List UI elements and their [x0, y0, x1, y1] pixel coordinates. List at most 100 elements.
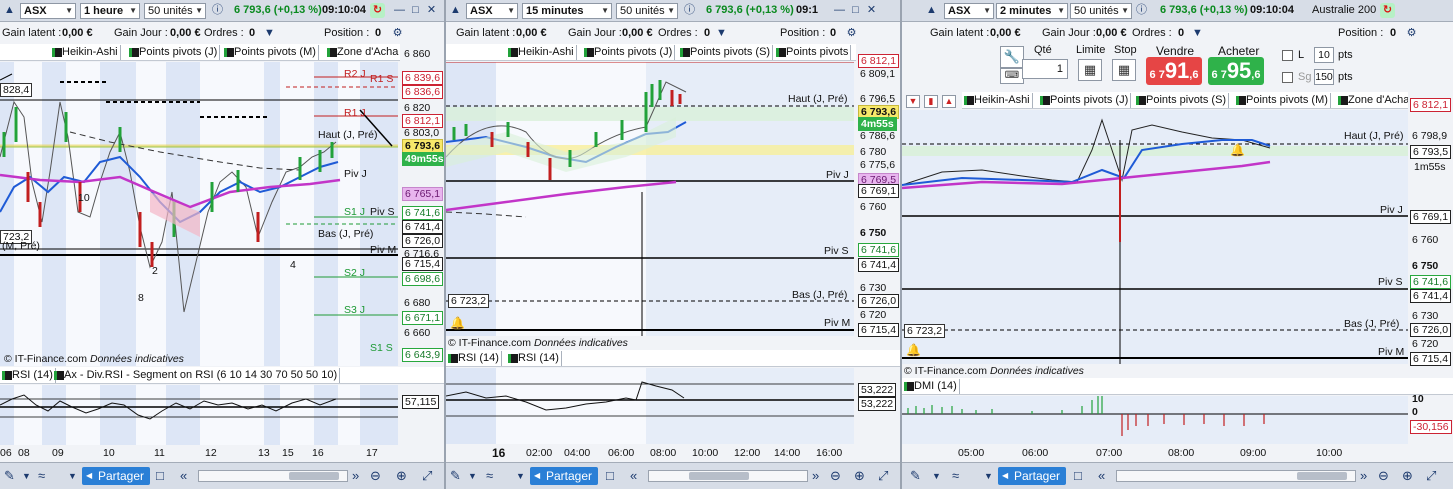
scroll-left-icon[interactable]: « [180, 467, 187, 485]
cursor-icon[interactable]: ▲ [448, 3, 463, 18]
chevron-down-icon[interactable]: ▼ [22, 467, 31, 485]
price-chart[interactable]: 828,4 723,2 (M, Pré) R2 J R1 S R1 J Haut… [0, 62, 398, 366]
limit-points-checkbox[interactable] [1282, 50, 1293, 61]
maximize-icon[interactable]: □ [848, 3, 863, 18]
info-icon[interactable]: ⓘ [210, 3, 225, 18]
draw-tool-icon[interactable]: ✎ [4, 467, 15, 485]
rsi-chart[interactable] [0, 385, 398, 445]
comment-icon[interactable]: □ [156, 467, 164, 485]
horizontal-scrollbar[interactable] [198, 470, 348, 482]
chevron-down-icon[interactable]: ▼ [932, 467, 941, 485]
alert-icon[interactable]: ↻ [1380, 3, 1395, 18]
units-select[interactable]: 50 unités ▼ [1070, 3, 1132, 19]
zoom-out-icon[interactable]: ⊖ [830, 467, 841, 485]
indicator-rsi-2[interactable]: RSI (14) [506, 351, 562, 366]
units-select[interactable]: 50 unités ▼ [144, 3, 206, 19]
chart-type-icon[interactable]: ≈ [486, 467, 493, 485]
indicator-dmi[interactable]: DMI (14) [902, 379, 960, 394]
fullscreen-icon[interactable]: ⤢ [422, 467, 432, 485]
indicator-pivots-m[interactable]: Points pivots (M) [1234, 93, 1331, 108]
indicator-rsi[interactable]: RSI (14) [0, 368, 56, 383]
sell-button[interactable]: 6 791,6 [1146, 57, 1202, 85]
chart-type-icon[interactable]: ≈ [38, 467, 45, 485]
units-select[interactable]: 50 unités ▼ [616, 3, 678, 19]
symbol-select[interactable]: ASX ▼ [466, 3, 518, 19]
limit-points-input[interactable]: 10 [1314, 47, 1334, 63]
scroll-left-icon[interactable]: « [630, 467, 637, 485]
fullscreen-icon[interactable]: ⤢ [1426, 467, 1436, 485]
share-button[interactable]: Partager [998, 467, 1067, 485]
tool-icon[interactable]: ▼ [906, 95, 920, 108]
draw-tool-icon[interactable]: ✎ [910, 467, 921, 485]
rsi-chart[interactable] [446, 368, 854, 444]
close-icon[interactable]: ✕ [424, 3, 439, 18]
comment-icon[interactable]: □ [1074, 467, 1082, 485]
zoom-out-icon[interactable]: ⊖ [1378, 467, 1389, 485]
comment-icon[interactable]: □ [606, 467, 614, 485]
scroll-right-icon[interactable]: » [352, 467, 359, 485]
orders-dropdown-icon[interactable]: ▼ [262, 26, 277, 41]
price-axis[interactable]: 6 812,1 6 809,1 6 796,5 6 793,6 4m55s 6 … [856, 44, 900, 444]
chevron-down-icon[interactable]: ▼ [516, 467, 525, 485]
orders-dropdown-icon[interactable]: ▼ [714, 26, 729, 41]
minimize-icon[interactable]: — [832, 3, 847, 18]
zoom-out-icon[interactable]: ⊖ [370, 467, 381, 485]
indicator-pivots-s[interactable]: Points pivots (S) [1134, 93, 1230, 108]
indicator-zone[interactable]: Zone d'Acha [1336, 93, 1413, 108]
indicator-div-rsi[interactable]: Ax - Div.RSI - Segment on RSI (6 10 14 3… [52, 368, 341, 383]
indicator-pivots-j[interactable]: Points pivots (J) [1038, 93, 1132, 108]
zoom-in-icon[interactable]: ⊕ [396, 467, 407, 485]
tool-icon[interactable]: ▮ [924, 95, 938, 108]
maximize-icon[interactable]: □ [408, 3, 423, 18]
scroll-right-icon[interactable]: » [1360, 467, 1367, 485]
wrench-icon[interactable]: 🔧 [1000, 46, 1024, 68]
symbol-select[interactable]: ASX ▼ [20, 3, 76, 19]
alert-icon[interactable]: ↻ [370, 3, 385, 18]
scroll-right-icon[interactable]: » [812, 467, 819, 485]
chevron-down-icon[interactable]: ▼ [984, 467, 993, 485]
indicator-heikin-ashi[interactable]: Heikin-Ashi [50, 45, 121, 60]
share-button[interactable]: Partager [530, 467, 599, 485]
indicator-heikin-ashi[interactable]: Heikin-Ashi [506, 45, 577, 60]
buy-button[interactable]: 6 795,6 [1208, 57, 1264, 85]
settings-icon[interactable]: ⚙ [1404, 26, 1419, 41]
info-icon[interactable]: ⓘ [682, 3, 697, 18]
chevron-down-icon[interactable]: ▼ [468, 467, 477, 485]
stop-points-checkbox[interactable] [1282, 72, 1293, 83]
zoom-in-icon[interactable]: ⊕ [854, 467, 865, 485]
keyboard-icon[interactable]: ⌨ [1000, 68, 1024, 84]
quantity-input[interactable]: 1 [1022, 59, 1068, 79]
indicator-rsi[interactable]: RSI (14) [446, 351, 502, 366]
limit-order-button[interactable]: ▦ [1078, 59, 1102, 81]
fullscreen-icon[interactable]: ⤢ [878, 467, 888, 485]
timeframe-select[interactable]: 2 minutes ▼ [996, 3, 1068, 19]
chevron-down-icon[interactable]: ▼ [68, 467, 77, 485]
symbol-select[interactable]: ASX ▼ [944, 3, 994, 19]
indicator-pivots-j[interactable]: Points pivots (J) [582, 45, 676, 60]
indicator-zone[interactable]: Zone d'Acha [325, 45, 402, 60]
cursor-icon[interactable]: ▲ [924, 3, 939, 18]
horizontal-scrollbar[interactable] [1116, 470, 1356, 482]
settings-icon[interactable]: ⚙ [390, 26, 405, 41]
price-chart[interactable]: 🔔 6 723,2 Haut (J, Pré) Piv J Piv S Bas … [446, 61, 854, 336]
zoom-in-icon[interactable]: ⊕ [1402, 467, 1413, 485]
tool-icon[interactable]: ▲ [942, 95, 956, 108]
horizontal-scrollbar[interactable] [648, 470, 808, 482]
timeframe-select[interactable]: 15 minutes ▼ [522, 3, 612, 19]
share-button[interactable]: Partager [82, 467, 151, 485]
close-icon[interactable]: ✕ [864, 3, 879, 18]
indicator-pivots-j[interactable]: Points pivots (J) [127, 45, 221, 60]
scroll-left-icon[interactable]: « [1098, 467, 1105, 485]
cursor-icon[interactable]: ▲ [2, 3, 17, 18]
price-axis[interactable]: 6 860 6 839,6 6 836,6 6 820 6 812,1 6 80… [400, 44, 444, 454]
price-chart[interactable]: 🔔 🔔 6 723,2 Haut (J, Pré) Piv J Piv S Ba… [902, 110, 1408, 364]
info-icon[interactable]: ⓘ [1134, 3, 1149, 18]
chart-type-icon[interactable]: ≈ [952, 467, 959, 485]
stop-points-input[interactable]: 150 [1314, 69, 1334, 85]
stop-order-button[interactable]: ▦ [1112, 59, 1136, 81]
minimize-icon[interactable]: — [392, 3, 407, 18]
timeframe-select[interactable]: 1 heure ▼ [80, 3, 140, 19]
draw-tool-icon[interactable]: ✎ [450, 467, 461, 485]
settings-icon[interactable]: ⚙ [844, 26, 859, 41]
indicator-pivots[interactable]: Points pivots [774, 45, 852, 60]
